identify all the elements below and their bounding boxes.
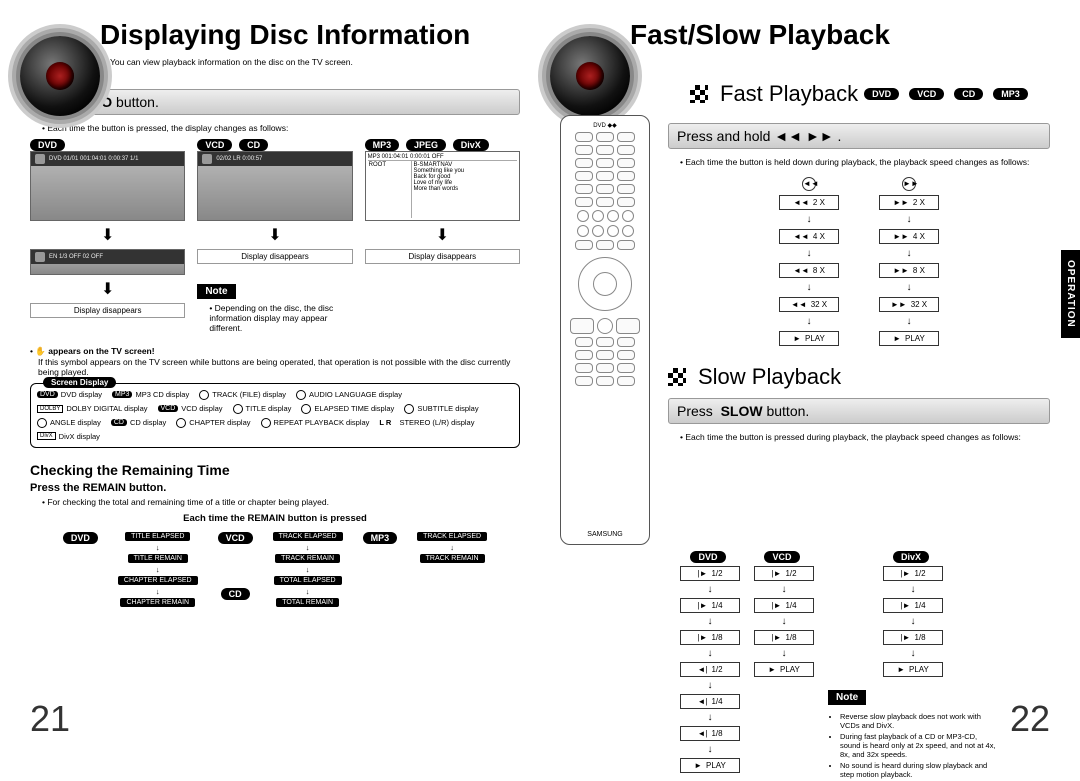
down-arrow-icon: ⬇ — [197, 225, 352, 245]
display-columns: DVD DVD 01/01 001:04:01 0:00:37 1/1 ⬇ EN… — [30, 139, 520, 336]
hand-note: • ✋ appears on the TV screen! If this sy… — [30, 346, 520, 377]
remain-cd-label: CD — [221, 588, 250, 600]
fast-playback-heading: Fast Playback — [720, 81, 858, 107]
down-arrow-icon: ⬇ — [365, 225, 520, 245]
pill-mp3: MP3 — [993, 88, 1028, 100]
remain-vcd-label: VCD — [218, 532, 253, 544]
pill-vcd: VCD — [197, 139, 232, 151]
page-21: Displaying Disc Information You can view… — [30, 20, 520, 740]
screen-display-label: Screen Display — [43, 377, 116, 388]
slow-bullet: Each time the button is pressed during p… — [680, 432, 1050, 442]
slow-playback-heading: Slow Playback — [698, 364, 841, 390]
page-number-21: 21 — [30, 698, 70, 740]
note-text: Depending on the disc, the disc informat… — [209, 303, 352, 333]
remain-dvd-label: DVD — [63, 532, 98, 544]
display-disappears: Display disappears — [197, 249, 352, 264]
checker-icon — [668, 368, 686, 386]
page-subtitle-left: You can view playback information on the… — [110, 57, 520, 67]
rewind-speed-column: ◄◄ ◄◄2 X↓ ◄◄4 X↓ ◄◄8 X↓ ◄◄32 X↓ ►PLAY — [779, 177, 839, 346]
pill-cd: CD — [239, 139, 268, 151]
rewind-icon: ◄◄ — [802, 177, 816, 191]
instruction-bar-hold: Press and hold ◄◄ ►► . — [668, 123, 1050, 149]
pill-dvd: DVD — [864, 88, 899, 100]
slow-notes: Reverse slow playback does not work with… — [828, 712, 998, 781]
page-title-left: Displaying Disc Information — [100, 20, 520, 51]
display-disappears: Display disappears — [365, 249, 520, 264]
page-number-22: 22 — [1010, 698, 1050, 740]
pill-dvd: DVD — [30, 139, 65, 151]
speaker-graphic — [550, 36, 630, 116]
screen-vcd: 02/02 LR 0:00:57 — [197, 151, 352, 221]
slow-pill-vcd: VCD — [764, 551, 799, 563]
speaker-graphic — [20, 36, 100, 116]
remain-subhead: Press the REMAIN button. — [30, 482, 520, 494]
slow-pill-divx: DivX — [893, 551, 929, 563]
pill-cd: CD — [954, 88, 983, 100]
page-title-right: Fast/Slow Playback — [630, 20, 1050, 51]
remain-columns: DVD TITLE ELAPSED↓ TITLE REMAIN↓ CHAPTER… — [30, 532, 520, 607]
instruction-bar-slow: Press SLOW button. — [668, 398, 1050, 424]
remote-control-diagram: DVD ◆◆ SAMSUNG — [560, 115, 650, 545]
forward-speed-column: ►► ►►2 X↓ ►►4 X↓ ►►8 X↓ ►►32 X↓ ►PLAY — [879, 177, 939, 346]
remain-each: Each time the REMAIN button is pressed — [30, 513, 520, 524]
slow-pill-dvd: DVD — [690, 551, 725, 563]
down-arrow-icon: ⬇ — [30, 225, 185, 245]
display-disappears: Display disappears — [30, 303, 185, 318]
screen-dvd-2: EN 1/3 OFF 02 OFF — [30, 249, 185, 275]
checker-icon — [690, 85, 708, 103]
remain-bullet: For checking the total and remaining tim… — [42, 497, 520, 507]
screen-mp3: MP3 001:04:01 0:00:01 OFF ROOT B-SMARTNA… — [365, 151, 520, 221]
page-22: Fast/Slow Playback Fast Playback DVD VCD… — [560, 20, 1050, 740]
pill-jpeg: JPEG — [406, 139, 446, 151]
screen-dvd-1: DVD 01/01 001:04:01 0:00:37 1/1 — [30, 151, 185, 221]
remain-mp3-label: MP3 — [363, 532, 398, 544]
instruction-bar-info: Press INFO button. — [30, 89, 520, 115]
pill-divx: DivX — [453, 139, 489, 151]
pill-mp3: MP3 — [365, 139, 400, 151]
screen-display-legend: Screen Display DVDDVD display MP3MP3 CD … — [30, 383, 520, 448]
remaining-time-heading: Checking the Remaining Time — [30, 462, 520, 478]
note-label: Note — [197, 284, 235, 299]
note-label: Note — [828, 690, 866, 705]
pill-vcd: VCD — [909, 88, 944, 100]
forward-icon: ►► — [902, 177, 916, 191]
slow-speed-columns: DVD |►1/2↓ |►1/4↓ |►1/8↓ ◄|1/2↓ ◄|1/4↓ ◄… — [680, 551, 1050, 781]
operation-side-tab: OPERATION — [1061, 250, 1080, 338]
fast-bullet: Each time the button is held down during… — [680, 157, 1050, 167]
info-bullet: Each time the button is pressed, the dis… — [42, 123, 520, 133]
down-arrow-icon: ⬇ — [30, 279, 185, 299]
